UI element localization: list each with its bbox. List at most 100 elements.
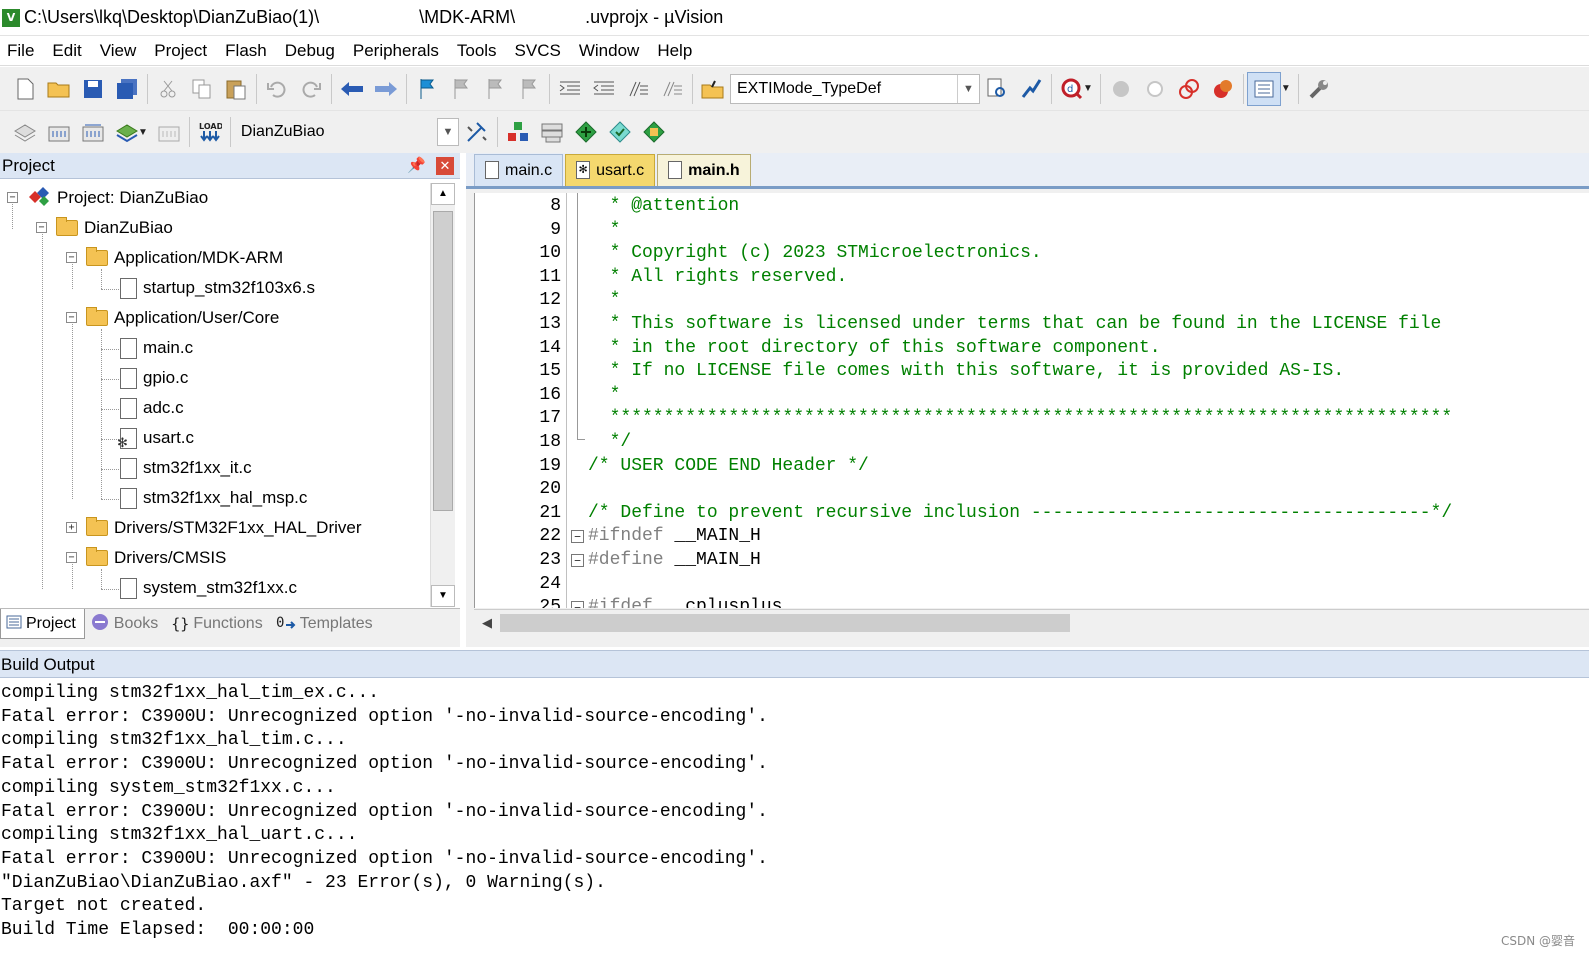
scrollbar-thumb[interactable] [500, 614, 1070, 632]
tree-file[interactable]: stm32f1xx_hal_msp.c [120, 483, 307, 513]
incremental-find-icon[interactable] [1014, 72, 1048, 106]
collapse-toggle-icon[interactable]: − [66, 552, 77, 563]
tree-file[interactable]: system_stm32f1xx.c [120, 573, 297, 603]
new-file-icon[interactable] [8, 72, 42, 106]
fold-toggle-icon[interactable]: − [571, 601, 584, 608]
menu-flash[interactable]: Flash [218, 41, 278, 61]
menu-view[interactable]: View [93, 41, 148, 61]
tree-file[interactable]: startup_stm32f103x6.s [120, 273, 315, 303]
open-folder-icon[interactable] [42, 72, 76, 106]
folder-icon [86, 307, 108, 326]
menu-edit[interactable]: Edit [45, 41, 92, 61]
code-editor[interactable]: 8 * @attention 9 * 10 * Copyright (c) 2023… [474, 193, 1589, 608]
translate-icon[interactable] [8, 115, 42, 149]
editor-tab-main-c[interactable]: main.c [474, 154, 564, 186]
pin-icon[interactable]: 📌 [407, 156, 426, 174]
build-icon[interactable] [42, 115, 76, 149]
menu-tools[interactable]: Tools [450, 41, 508, 61]
tree-group[interactable]: − Drivers/CMSIS [66, 543, 226, 573]
line-number: 14 [539, 337, 561, 358]
fold-toggle-icon[interactable]: − [571, 554, 584, 567]
scroll-down-icon[interactable]: ▼ [431, 585, 455, 607]
tree-target[interactable]: − DianZuBiao [36, 213, 173, 243]
tree-group[interactable]: − Application/MDK-ARM [66, 243, 283, 273]
configure-wrench-icon[interactable] [1302, 72, 1336, 106]
comment-icon[interactable] [621, 72, 655, 106]
bookmark-next-icon[interactable] [478, 72, 512, 106]
editor-horizontal-scrollbar[interactable]: ◀ [474, 609, 1589, 635]
target-options-icon[interactable] [460, 115, 494, 149]
pack-installer-icon[interactable] [569, 115, 603, 149]
tree-file[interactable]: stm32f1xx_it.c [120, 453, 252, 483]
indent-icon[interactable] [553, 72, 587, 106]
breakpoint-enable-icon[interactable] [1138, 72, 1172, 106]
menu-debug[interactable]: Debug [278, 41, 346, 61]
menu-peripherals[interactable]: Peripherals [346, 41, 450, 61]
collapse-toggle-icon[interactable]: − [66, 312, 77, 323]
fold-toggle-icon[interactable]: − [571, 530, 584, 544]
scroll-up-icon[interactable]: ▲ [431, 183, 455, 205]
cut-icon[interactable] [151, 72, 185, 106]
breakpoint-insert-icon[interactable] [1104, 72, 1138, 106]
tree-file[interactable]: gpio.c [120, 363, 188, 393]
bookmark-clear-icon[interactable] [512, 72, 546, 106]
collapse-toggle-icon[interactable]: − [36, 222, 47, 233]
select-packs-icon[interactable] [535, 115, 569, 149]
redo-icon[interactable] [294, 72, 328, 106]
tab-functions[interactable]: {} Functions [166, 609, 270, 639]
project-tree-scrollbar[interactable]: ▲ ▼ [430, 183, 455, 607]
scroll-left-icon[interactable]: ◀ [476, 612, 498, 634]
tree-file[interactable]: adc.c [120, 393, 184, 423]
find-in-files-icon[interactable] [696, 72, 730, 106]
tab-project[interactable]: Project [0, 609, 85, 639]
unindent-icon[interactable] [587, 72, 621, 106]
find-icon[interactable] [980, 72, 1014, 106]
chevron-down-icon[interactable]: ▼ [436, 118, 459, 146]
debug-dropdown-icon[interactable]: ▼ [1083, 83, 1093, 94]
bookmark-insert-icon[interactable] [410, 72, 444, 106]
batch-build-dropdown-icon[interactable]: ▼ [138, 127, 148, 138]
tree-group[interactable]: − Application/User/Core [66, 303, 279, 333]
download-load-icon[interactable]: LOAD [193, 115, 227, 149]
menu-file[interactable]: File [0, 41, 45, 61]
stop-build-icon[interactable] [152, 115, 186, 149]
event-recorder-icon[interactable] [603, 115, 637, 149]
menu-project[interactable]: Project [147, 41, 218, 61]
find-combo[interactable]: EXTIMode_TypeDef ▼ [730, 73, 980, 104]
editor-tab-usart-c[interactable]: ✻ usart.c [565, 154, 656, 186]
menu-help[interactable]: Help [650, 41, 703, 61]
save-icon[interactable] [76, 72, 110, 106]
editor-tab-main-h[interactable]: main.h [657, 154, 751, 186]
navigate-forward-icon[interactable] [369, 72, 403, 106]
tree-file[interactable]: main.c [120, 333, 193, 363]
window-layout-icon[interactable] [1246, 71, 1281, 106]
scrollbar-thumb[interactable] [433, 211, 453, 511]
close-icon[interactable]: ✕ [436, 157, 454, 175]
chevron-down-icon[interactable]: ▼ [957, 74, 979, 103]
save-all-icon[interactable] [110, 72, 144, 106]
bookmark-prev-icon[interactable] [444, 72, 478, 106]
tree-project-root[interactable]: − Project: DianZuBiao [7, 183, 208, 213]
target-select[interactable]: DianZuBiao ▼ [233, 117, 460, 147]
tree-group[interactable]: + Drivers/STM32F1xx_HAL_Driver [66, 513, 362, 543]
breakpoint-kill-all-icon[interactable] [1206, 72, 1240, 106]
manage-components-icon[interactable] [501, 115, 535, 149]
collapse-toggle-icon[interactable]: − [66, 252, 77, 263]
tab-books[interactable]: Books [85, 609, 166, 639]
collapse-toggle-icon[interactable]: − [7, 192, 18, 203]
breakpoint-disable-all-icon[interactable] [1172, 72, 1206, 106]
expand-toggle-icon[interactable]: + [66, 522, 77, 533]
copy-icon[interactable] [185, 72, 219, 106]
tab-templates[interactable]: 0 Templates [271, 609, 381, 639]
uncomment-icon[interactable] [655, 72, 689, 106]
navigate-back-icon[interactable] [335, 72, 369, 106]
tree-file[interactable]: usart.c [117, 423, 194, 453]
menu-svcs[interactable]: SVCS [508, 41, 572, 61]
build-output-pane[interactable]: CSDN @婴音 compiling stm32f1xx_hal_tim_ex.… [0, 680, 1589, 967]
paste-icon[interactable] [219, 72, 253, 106]
rebuild-icon[interactable] [76, 115, 110, 149]
window-layout-dropdown-icon[interactable]: ▼ [1281, 83, 1291, 94]
undo-icon[interactable] [260, 72, 294, 106]
menu-window[interactable]: Window [572, 41, 650, 61]
software-packs-icon[interactable] [637, 115, 671, 149]
